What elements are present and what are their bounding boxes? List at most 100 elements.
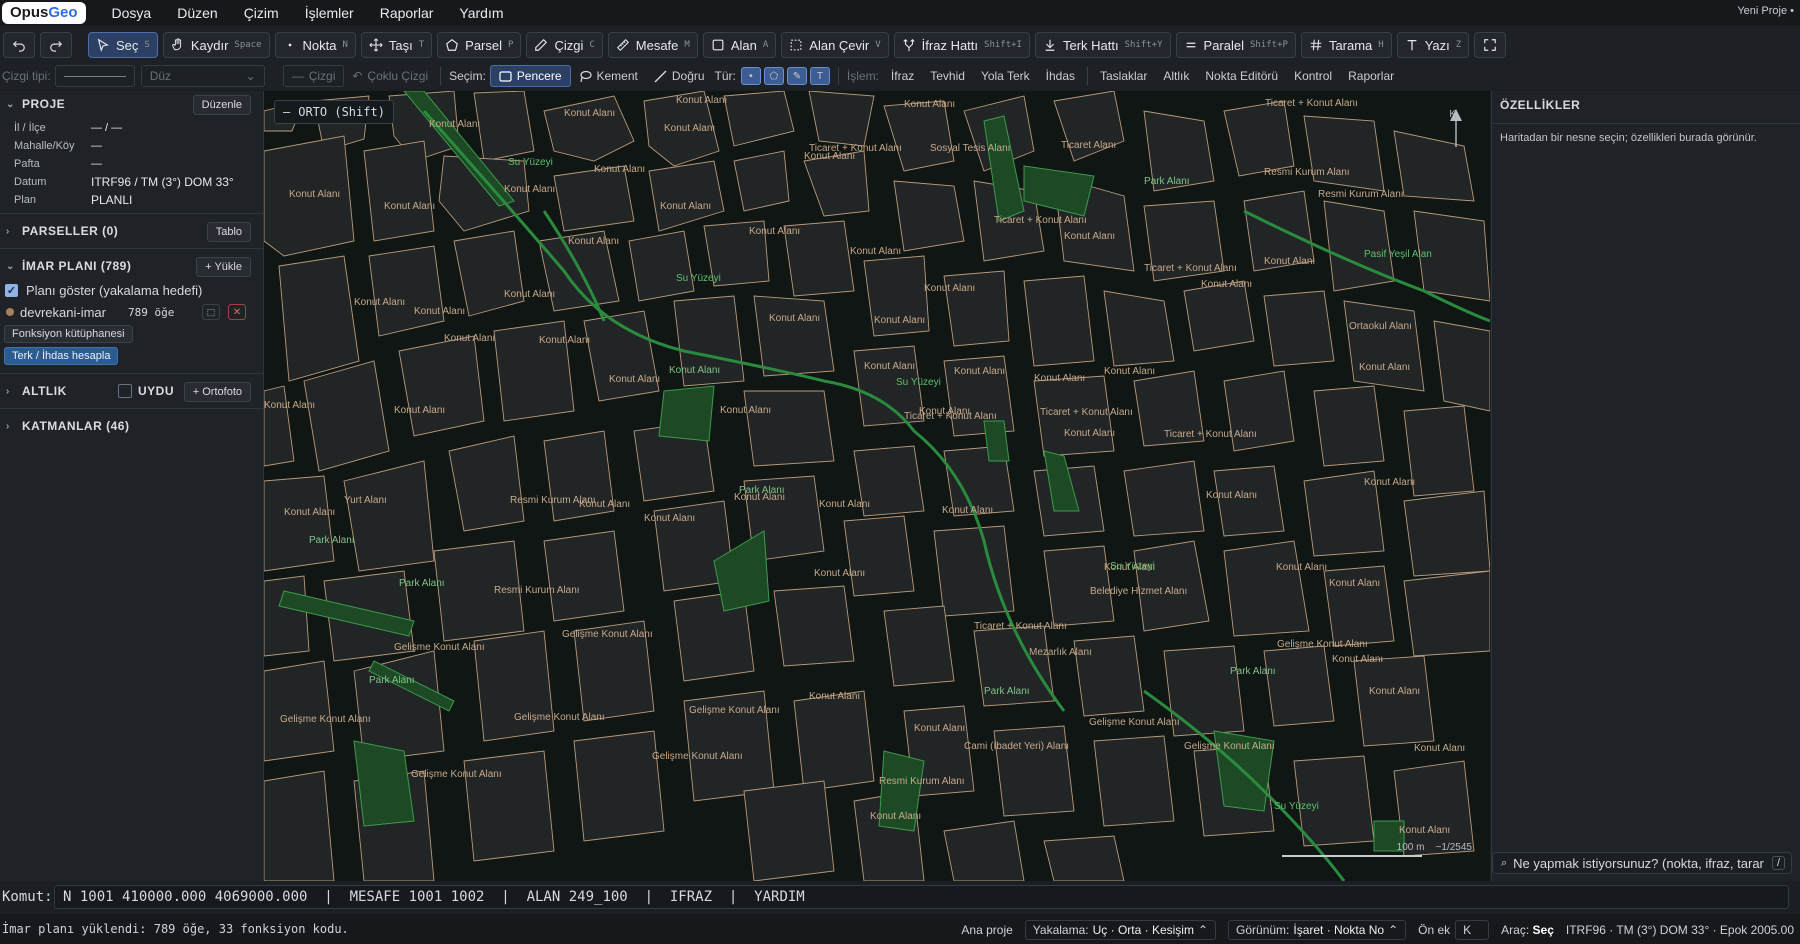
tool-ifraz-line-button[interactable]: İfraz Hattı Shift+I xyxy=(893,32,1030,58)
split-icon xyxy=(903,39,915,52)
section-imar[interactable]: ⌄ İMAR PLANI (789) + Yükle xyxy=(0,253,263,279)
menu-yardim[interactable]: Yardım xyxy=(459,5,503,21)
map-canvas[interactable]: — ORTO (Shift) K 100 m ~1/2545 Konut Alan… xyxy=(264,91,1490,881)
map-label: Park Alanı xyxy=(1230,666,1276,677)
op-ifraz-button[interactable]: İfraz xyxy=(883,65,922,87)
prefix-input[interactable]: K xyxy=(1455,920,1490,940)
section-altlik[interactable]: › ALTLIK UYDU + Ortofoto xyxy=(0,378,263,404)
map-label: Konut Alanı xyxy=(609,374,661,385)
menu-raporlar[interactable]: Raporlar xyxy=(380,5,434,21)
sel-line-label: Doğru xyxy=(671,69,705,83)
map-label: Konut Alanı xyxy=(1364,477,1416,488)
section-proje-title: PROJE xyxy=(22,97,66,111)
assistant-placeholder: Ne yapmak istiyorsunuz? (nokta, ifraz, t… xyxy=(1513,855,1764,871)
chevron-up-icon: ⌃ xyxy=(1388,923,1399,937)
tool-area-button[interactable]: Alan A xyxy=(702,32,777,58)
map-label: Konut Alanı xyxy=(720,405,772,416)
menu-islemler[interactable]: İşlemler xyxy=(305,5,354,21)
view-mode-select[interactable]: Görünüm: İşaret · Nokta No ⌃ xyxy=(1228,920,1407,940)
tool-text-button[interactable]: Yazı Z xyxy=(1396,32,1470,58)
tool-parallel-button[interactable]: Paralel Shift+P xyxy=(1175,32,1296,58)
tool-move-button[interactable]: Taşı T xyxy=(360,32,433,58)
show-plan-checkbox[interactable]: ✓ xyxy=(5,283,18,297)
tool-pan-button[interactable]: Kaydır Space xyxy=(162,32,270,58)
uydu-checkbox[interactable] xyxy=(118,384,132,398)
snap-mode-select[interactable]: Yakalama: Uç · Orta · Kesişim ⌃ xyxy=(1024,920,1217,940)
command-input[interactable]: N 1001 410000.000 4069000.000 | MESAFE 1… xyxy=(54,885,1789,909)
map-label: Konut Alanı xyxy=(429,119,481,130)
sel-line-button[interactable]: Doğru xyxy=(646,65,713,87)
sel-lasso-button[interactable]: Kement xyxy=(571,65,646,87)
map-label: Konut Alanı xyxy=(594,164,646,175)
tool-terk-line-label: Terk Hattı xyxy=(1062,37,1119,53)
tool-terk-line-button[interactable]: Terk Hattı Shift+Y xyxy=(1034,32,1171,58)
add-ortofoto-button[interactable]: + Ortofoto xyxy=(183,382,251,402)
function-library-button[interactable]: Fonksiyon kütüphanesi xyxy=(4,325,133,343)
tool-hatch-button[interactable]: Tarama H xyxy=(1300,32,1392,58)
fullscreen-icon xyxy=(1484,39,1497,51)
tool-parallel-key: Shift+P xyxy=(1250,40,1288,50)
layer-name: devrekani-imar xyxy=(20,304,106,320)
type-text-toggle[interactable]: T xyxy=(809,67,830,85)
dot-icon xyxy=(288,43,291,47)
type-point-toggle[interactable]: • xyxy=(740,67,761,85)
section-proje[interactable]: ⌄ PROJE Düzenle xyxy=(0,91,263,117)
menu-duzen[interactable]: Düzen xyxy=(177,5,217,21)
tool-distance-button[interactable]: Mesafe M xyxy=(607,32,698,58)
point-editor-button[interactable]: Nokta Editörü xyxy=(1197,65,1286,87)
text-icon xyxy=(1407,40,1417,51)
row-key: Datum xyxy=(14,176,47,188)
draw-line-button[interactable]: — Çizgi xyxy=(282,65,345,87)
map-label: Konut Alanı xyxy=(664,123,716,134)
snap-value: Uç · Orta · Kesişim xyxy=(1092,923,1194,937)
op-yola-terk-button[interactable]: Yola Terk xyxy=(973,65,1038,87)
tool-select-key: S xyxy=(144,40,150,50)
tool-point-button[interactable]: Nokta N xyxy=(274,32,356,58)
altlik-button[interactable]: Altlık xyxy=(1155,65,1197,87)
edit-project-button[interactable]: Düzenle xyxy=(192,95,251,115)
terk-ihdas-calc-button[interactable]: Terk / İhdas hesapla xyxy=(4,347,119,365)
map-label: Park Alanı xyxy=(739,485,785,496)
tool-select-button[interactable]: Seç S xyxy=(88,32,158,58)
map-label: Gelişme Konut Alanı xyxy=(514,712,605,723)
menu-dosya[interactable]: Dosya xyxy=(112,5,152,21)
tool-area-convert-button[interactable]: Alan Çevir V xyxy=(781,32,889,58)
op-ihdas-button[interactable]: İhdas xyxy=(1038,65,1083,87)
project-name[interactable]: Yeni Proje • xyxy=(1737,5,1794,17)
undo-button[interactable] xyxy=(3,32,35,58)
type-line-toggle[interactable]: ✎ xyxy=(786,67,807,85)
upload-plan-button[interactable]: + Yükle xyxy=(196,257,251,277)
divider xyxy=(0,248,263,249)
map-label: Park Alanı xyxy=(1144,176,1190,187)
reports-button[interactable]: Raporlar xyxy=(1340,65,1402,87)
tool-parcel-button[interactable]: Parsel P xyxy=(437,32,522,58)
drafts-button[interactable]: Taslaklar xyxy=(1092,65,1155,87)
sel-window-button[interactable]: Pencere xyxy=(489,65,571,87)
tool-line-button[interactable]: Çizgi C xyxy=(526,32,603,58)
project-row: Pafta — xyxy=(14,155,263,173)
layer-row[interactable]: devrekani-imar 789 öğe ⬚ ✕ xyxy=(0,301,263,323)
check-button[interactable]: Kontrol xyxy=(1286,65,1340,87)
map-label: Konut Alanı xyxy=(394,405,446,416)
section-parseller[interactable]: › PARSELLER (0) Tablo xyxy=(0,218,263,244)
menu-cizim[interactable]: Çizim xyxy=(244,5,279,21)
op-tevhid-button[interactable]: Tevhid xyxy=(922,65,973,87)
section-katmanlar[interactable]: › KATMANLAR (46) xyxy=(0,413,263,439)
line-style-select[interactable]: Düz ⌄ xyxy=(140,65,265,87)
map-label: Resmi Kurum Alanı xyxy=(1318,189,1404,200)
draw-multiline-button[interactable]: ↶ Çoklu Çizgi xyxy=(344,65,436,87)
remove-layer-button[interactable]: ✕ xyxy=(228,304,246,320)
map-label: Konut Alanı xyxy=(676,95,728,106)
zoom-layer-button[interactable]: ⬚ xyxy=(202,304,220,320)
map-label: Konut Alanı xyxy=(864,361,916,372)
line-type-preview[interactable] xyxy=(54,65,135,87)
fullscreen-button[interactable] xyxy=(1474,32,1507,58)
tool-parcel-label: Parsel xyxy=(465,37,503,53)
tool-parallel-label: Paralel xyxy=(1203,37,1244,53)
redo-button[interactable] xyxy=(40,32,72,58)
option-bar: Çizgi tipi: Düz ⌄ — Çizgi ↶ Çoklu Çizgi Seç… xyxy=(0,63,1800,89)
table-button[interactable]: Tablo xyxy=(206,222,251,242)
row-key: Mahalle/Köy xyxy=(14,140,75,152)
type-polygon-toggle[interactable]: ⬠ xyxy=(763,67,784,85)
assistant-input[interactable]: ⌕ Ne yapmak istiyorsunuz? (nokta, ifraz,… xyxy=(1492,852,1792,874)
